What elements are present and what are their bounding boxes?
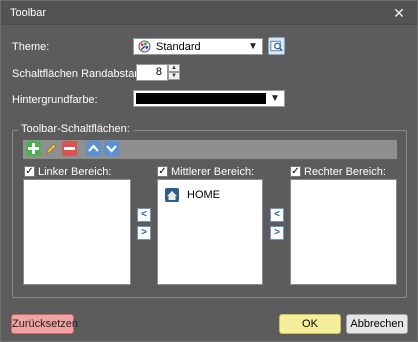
remove-button[interactable] — [62, 141, 77, 156]
left-area-list[interactable] — [23, 179, 131, 285]
group-title: Toolbar-Schaltflächen: — [18, 123, 133, 135]
move-down-icon — [106, 145, 117, 153]
right-area-list[interactable] — [290, 179, 397, 285]
theme-value: Standard — [156, 41, 201, 53]
spin-up-button[interactable]: ▲ — [168, 64, 180, 72]
add-button[interactable] — [26, 141, 41, 156]
edit-icon — [46, 143, 57, 154]
spacing-input[interactable]: 8 — [136, 64, 168, 81]
spacing-label: Schaltflächen Randabstand: — [12, 68, 150, 80]
cancel-button[interactable]: Abbrechen — [346, 314, 408, 334]
move-up-button[interactable] — [86, 141, 101, 156]
spin-down-button[interactable]: ▼ — [168, 72, 180, 80]
theme-select[interactable]: Standard ▼ — [133, 38, 263, 55]
color-swatch — [136, 93, 266, 104]
chevron-right-icon: > — [141, 227, 147, 238]
background-label: Hintergrundfarbe: — [12, 94, 98, 106]
move-to-middle-from-right-button[interactable]: < — [270, 208, 284, 222]
move-down-button[interactable] — [104, 141, 119, 156]
right-area-checkbox[interactable]: ✓ — [290, 166, 301, 177]
ok-button[interactable]: OK — [279, 314, 341, 334]
background-color-select[interactable]: ▼ — [133, 90, 285, 107]
left-area-checkbox[interactable]: ✓ — [24, 166, 35, 177]
list-item-label: HOME — [187, 189, 220, 201]
list-item[interactable]: HOME — [163, 186, 259, 204]
remove-icon — [64, 147, 75, 150]
chevron-left-icon: < — [141, 209, 147, 220]
move-up-icon — [88, 144, 99, 152]
title-bar[interactable]: Toolbar ✕ — [1, 1, 417, 25]
close-icon: ✕ — [393, 5, 405, 21]
dialog-title: Toolbar — [10, 7, 47, 19]
theme-browse-button[interactable] — [268, 37, 285, 55]
chevron-down-icon: ▼ — [248, 41, 258, 52]
middle-area-label: Mittlerer Bereich: — [171, 166, 255, 178]
right-area-label: Rechter Bereich: — [304, 166, 386, 178]
move-to-middle-button[interactable]: > — [137, 226, 151, 240]
reset-button[interactable]: Zurücksetzen — [11, 314, 78, 334]
middle-area-checkbox[interactable]: ✓ — [157, 166, 168, 177]
toolbar-dialog: Toolbar ✕ Theme: Standard ▼ Schaltfläche… — [0, 0, 418, 342]
chevron-down-icon: ▼ — [270, 93, 280, 104]
chevron-left-icon: < — [274, 209, 280, 220]
browse-icon — [270, 40, 283, 52]
theme-label: Theme: — [12, 41, 50, 53]
add-icon — [28, 143, 39, 154]
middle-area-list[interactable]: HOME — [157, 179, 263, 285]
spacing-stepper: ▲ ▼ — [168, 64, 180, 81]
move-to-left-button[interactable]: < — [137, 208, 151, 222]
chevron-right-icon: > — [274, 227, 280, 238]
move-to-right-button[interactable]: > — [270, 226, 284, 240]
edit-button[interactable] — [44, 141, 59, 156]
left-area-label: Linker Bereich: — [38, 166, 112, 178]
home-icon — [165, 188, 179, 202]
palette-icon — [138, 40, 151, 53]
button-toolbar — [23, 140, 397, 159]
close-button[interactable]: ✕ — [390, 4, 408, 22]
